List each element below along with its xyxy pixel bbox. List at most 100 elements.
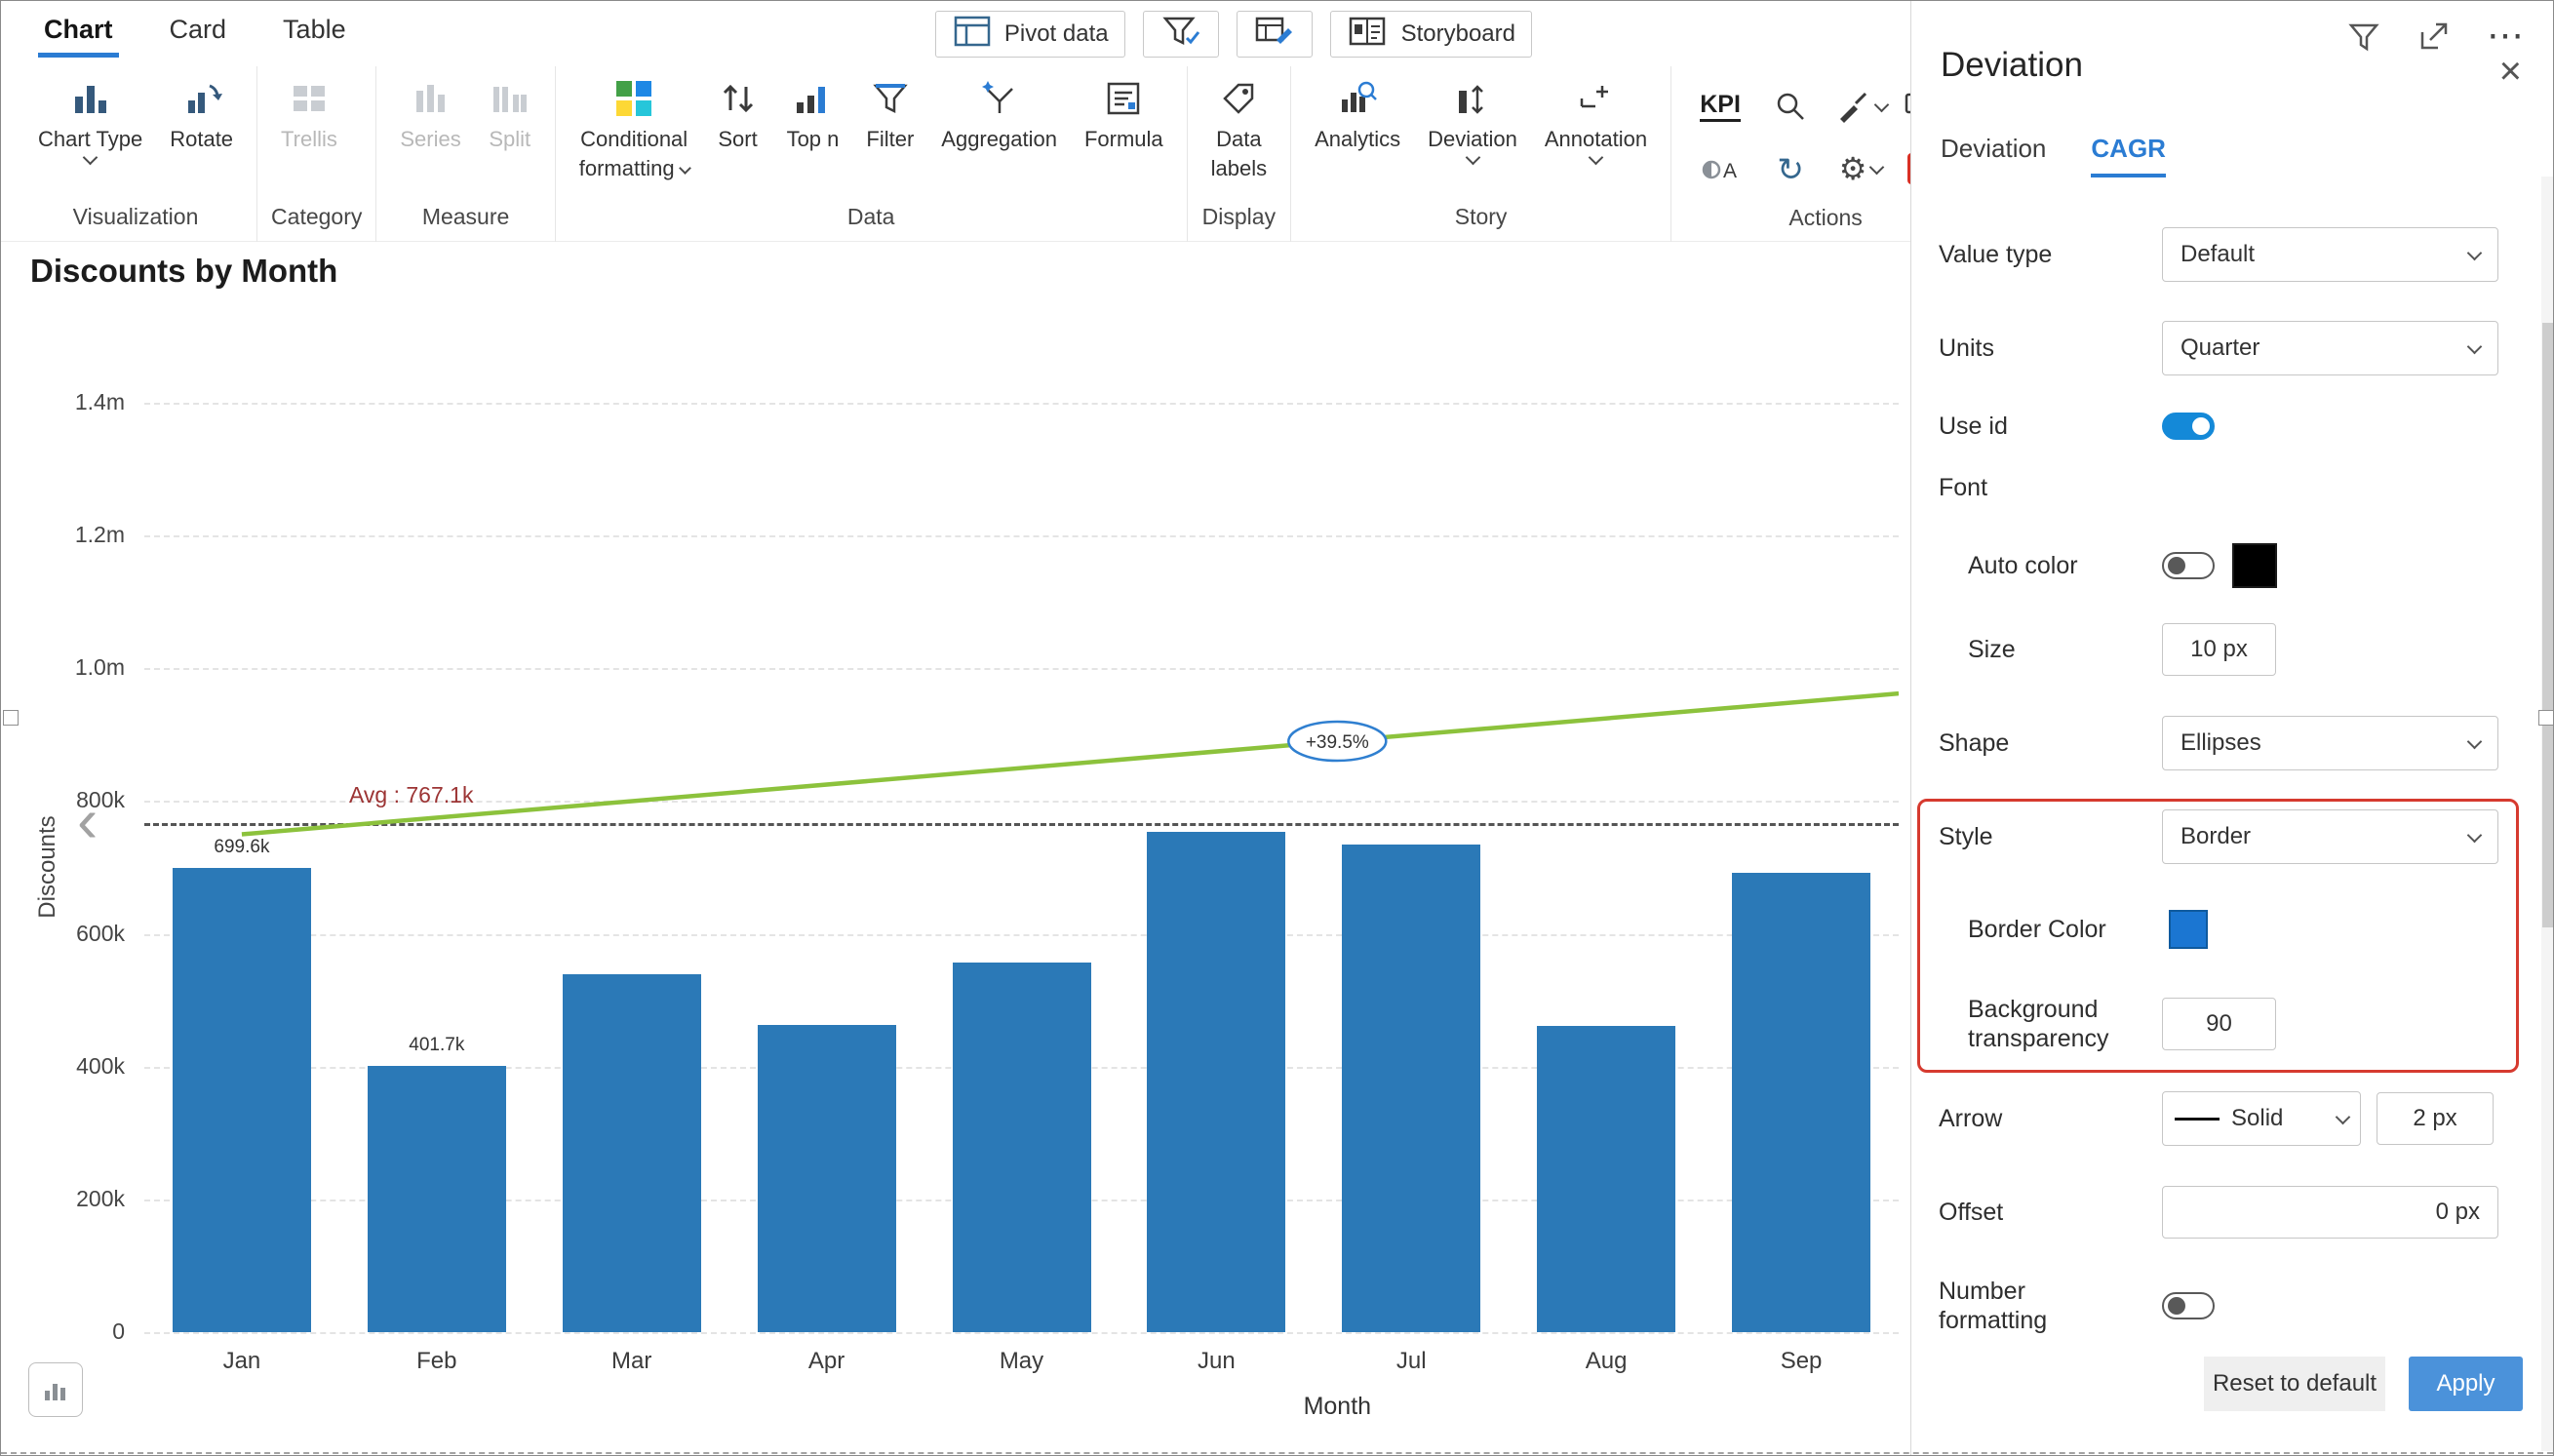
panel-scrollbar[interactable] bbox=[2541, 177, 2554, 1451]
bar-apr[interactable] bbox=[758, 1025, 896, 1332]
filter-quick-button[interactable] bbox=[1143, 11, 1219, 58]
shape-dropdown[interactable]: Ellipses bbox=[2162, 716, 2498, 770]
deviation-button[interactable]: Deviation bbox=[1414, 74, 1531, 163]
chevron-down-icon bbox=[2467, 338, 2483, 354]
use-id-toggle[interactable] bbox=[2162, 413, 2215, 440]
table-pen-icon bbox=[1253, 11, 1296, 59]
x-tick-label: Sep bbox=[1704, 1348, 1899, 1375]
chart-canvas: 0200k400k600k800k1.0m1.2m1.4m699.6kJan40… bbox=[144, 403, 1899, 1332]
bar-aug[interactable] bbox=[1537, 1026, 1675, 1332]
x-tick-label: Aug bbox=[1509, 1348, 1704, 1375]
edit-data-button[interactable] bbox=[1237, 11, 1313, 58]
shape-label: Shape bbox=[1939, 728, 2009, 758]
filter-icon[interactable] bbox=[2346, 19, 2381, 54]
ribbon-tab-row: Chart Card Table Pivot data bbox=[1, 1, 1910, 66]
style-dropdown[interactable]: Border bbox=[2162, 809, 2498, 864]
offset-input[interactable]: 0 px bbox=[2162, 1186, 2498, 1239]
top-n-label: Top n bbox=[787, 127, 840, 152]
group-label-display: Display bbox=[1198, 200, 1280, 238]
bar-feb[interactable] bbox=[368, 1066, 506, 1332]
scrollbar-thumb[interactable] bbox=[2542, 323, 2554, 927]
data-labels-button[interactable]: Data labels bbox=[1198, 74, 1280, 181]
tab-chart[interactable]: Chart bbox=[38, 1, 119, 58]
resize-handle-left[interactable] bbox=[3, 710, 19, 726]
gridline bbox=[144, 934, 1899, 936]
sort-label: Sort bbox=[718, 127, 757, 152]
theme-color-button[interactable]: A bbox=[1701, 149, 1740, 188]
series-label: Series bbox=[400, 127, 460, 152]
annotation-button[interactable]: Annotation bbox=[1531, 74, 1661, 163]
pivot-data-button[interactable]: Pivot data bbox=[935, 11, 1125, 58]
visual-type-corner-icon[interactable] bbox=[28, 1362, 83, 1417]
analytics-button[interactable]: Analytics bbox=[1301, 74, 1414, 152]
chart-type-button[interactable]: Chart Type bbox=[24, 74, 156, 163]
conditional-formatting-icon bbox=[612, 74, 655, 123]
bar-jan[interactable] bbox=[173, 868, 311, 1332]
aggregation-icon bbox=[978, 74, 1021, 123]
conditional-formatting-label-1: Conditional bbox=[580, 127, 688, 152]
group-label-story: Story bbox=[1301, 200, 1661, 238]
auto-color-toggle[interactable] bbox=[2162, 552, 2215, 579]
expand-icon[interactable] bbox=[2415, 17, 2454, 56]
apply-button[interactable]: Apply bbox=[2409, 1357, 2523, 1411]
settings-gear-button[interactable]: ⚙ bbox=[1839, 153, 1883, 184]
close-icon[interactable]: × bbox=[2499, 52, 2522, 91]
field-border-color: Border Color bbox=[1911, 902, 2535, 957]
kpi-button[interactable]: KPI bbox=[1700, 91, 1741, 122]
font-size-input[interactable]: 10 px bbox=[2162, 623, 2276, 676]
x-tick-label: Feb bbox=[339, 1348, 534, 1375]
chevron-down-icon bbox=[2467, 733, 2483, 749]
formula-button[interactable]: Formula bbox=[1071, 74, 1177, 152]
filter-button[interactable]: Filter bbox=[852, 74, 927, 152]
more-options-icon[interactable]: ⋯ bbox=[2487, 27, 2526, 46]
bar-may[interactable] bbox=[953, 963, 1091, 1332]
chevron-down-icon bbox=[2336, 1109, 2351, 1124]
tab-card[interactable]: Card bbox=[164, 1, 233, 58]
value-type-dropdown[interactable]: Default bbox=[2162, 227, 2498, 282]
storyboard-button[interactable]: Storyboard bbox=[1330, 11, 1532, 58]
bar-jul[interactable] bbox=[1342, 845, 1480, 1332]
arrow-width-input[interactable]: 2 px bbox=[2377, 1092, 2494, 1145]
sort-button[interactable]: Sort bbox=[703, 74, 773, 152]
resize-handle-right[interactable] bbox=[2538, 710, 2554, 726]
y-tick-label: 1.0m bbox=[0, 654, 125, 681]
arrow-label: Arrow bbox=[1939, 1104, 2002, 1133]
y-axis-title: Discounts bbox=[34, 799, 61, 935]
bar-jun[interactable] bbox=[1147, 832, 1285, 1332]
group-story: Analytics Deviation Annotation bbox=[1291, 66, 1671, 242]
bar-sep[interactable] bbox=[1732, 873, 1870, 1332]
field-offset: Offset 0 px bbox=[1911, 1185, 2535, 1240]
data-labels-label-2: labels bbox=[1211, 156, 1267, 181]
reset-to-default-button[interactable]: Reset to default bbox=[2204, 1357, 2385, 1411]
border-color-swatch[interactable] bbox=[2169, 910, 2208, 949]
x-tick-label: Apr bbox=[729, 1348, 924, 1375]
panel-tabs: Deviation CAGR bbox=[1941, 134, 2166, 177]
aggregation-button[interactable]: Aggregation bbox=[927, 74, 1071, 152]
number-formatting-toggle[interactable] bbox=[2162, 1292, 2215, 1319]
analytics-icon bbox=[1336, 74, 1379, 123]
top-n-button[interactable]: Top n bbox=[773, 74, 853, 152]
toggle-knob bbox=[2192, 417, 2210, 435]
gridline bbox=[144, 535, 1899, 537]
format-brush-button[interactable] bbox=[1834, 88, 1887, 125]
background-transparency-input[interactable]: 90 bbox=[2162, 998, 2276, 1050]
arrow-style-dropdown[interactable]: Solid bbox=[2162, 1091, 2361, 1146]
font-color-swatch[interactable] bbox=[2232, 543, 2277, 588]
conditional-formatting-button[interactable]: Conditional formatting bbox=[566, 74, 703, 181]
x-tick-label: Mar bbox=[534, 1348, 729, 1375]
ribbon-tabs: Chart Card Table bbox=[38, 1, 352, 58]
aggregation-label: Aggregation bbox=[941, 127, 1057, 152]
refresh-icon[interactable]: ↻ bbox=[1777, 153, 1804, 185]
tab-table[interactable]: Table bbox=[277, 1, 352, 58]
rotate-button[interactable]: Rotate bbox=[156, 74, 247, 152]
tab-cagr[interactable]: CAGR bbox=[2091, 134, 2166, 177]
rotate-label: Rotate bbox=[170, 127, 233, 152]
arrow-width-value: 2 px bbox=[2413, 1105, 2456, 1132]
gridline bbox=[144, 1332, 1899, 1334]
search-button[interactable] bbox=[1772, 88, 1809, 125]
units-dropdown[interactable]: Quarter bbox=[2162, 321, 2498, 375]
filter-funnel-icon bbox=[869, 74, 912, 123]
y-tick-label: 200k bbox=[0, 1186, 125, 1212]
tab-deviation[interactable]: Deviation bbox=[1941, 134, 2046, 177]
bar-mar[interactable] bbox=[563, 974, 701, 1332]
